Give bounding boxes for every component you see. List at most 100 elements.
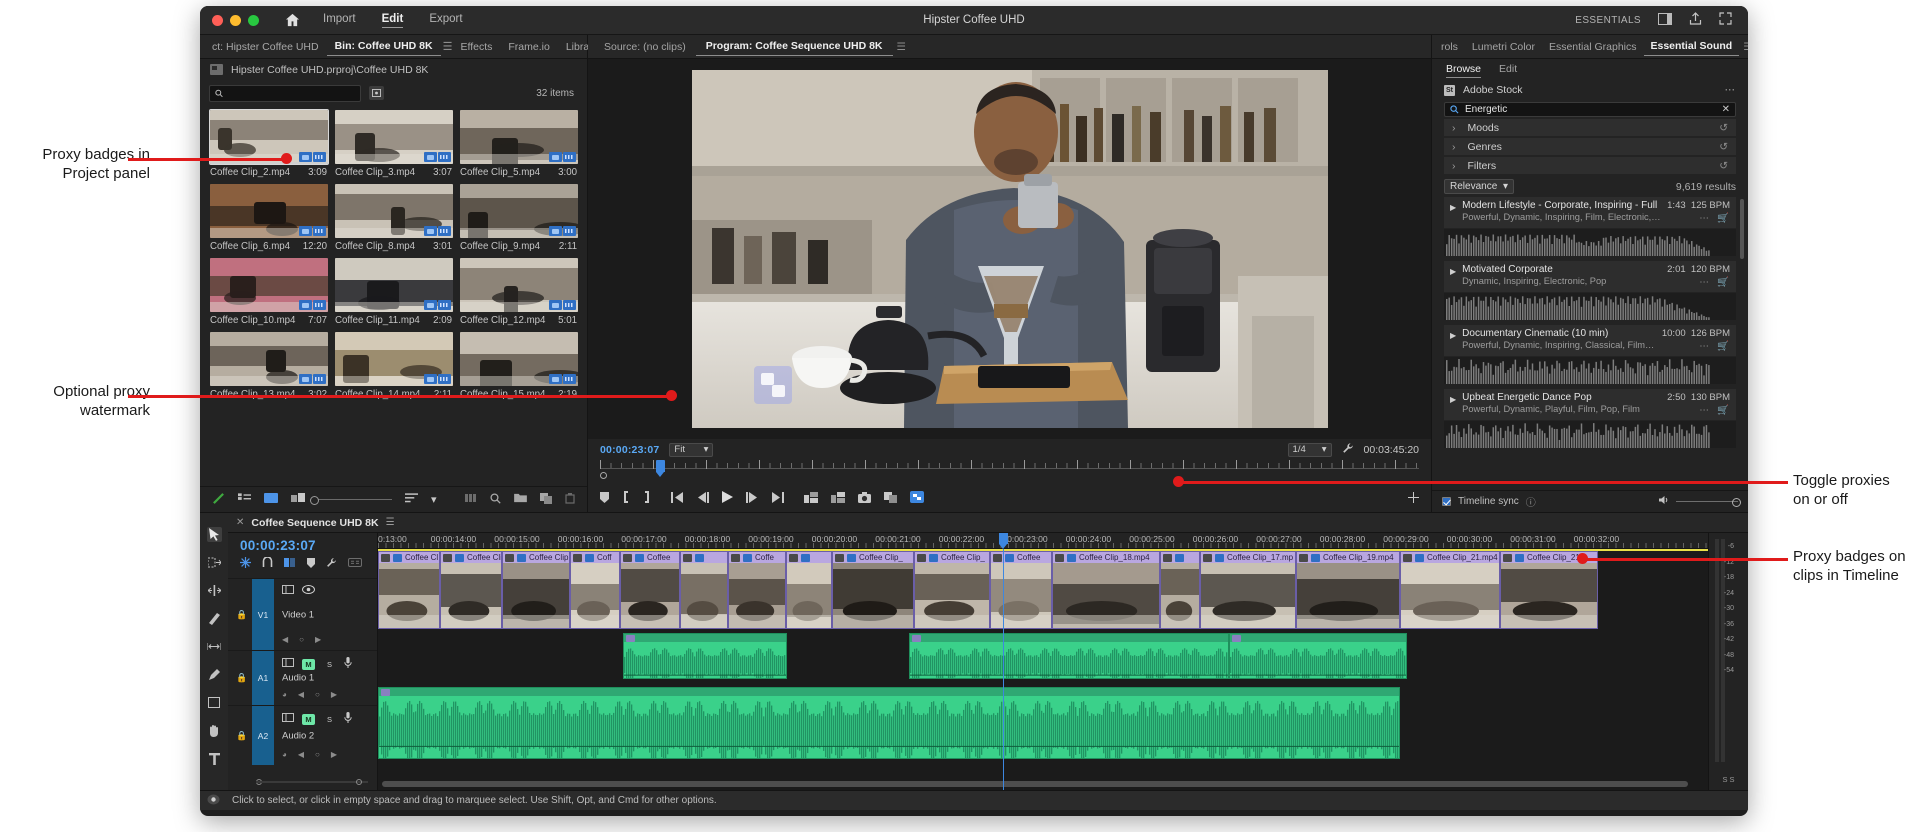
audio-meters-panel[interactable]: -6-12-18-24-30-36-42-48-54 S S: [1708, 533, 1748, 790]
project-panel-tabs[interactable]: ct: Hipster Coffee UHD Bin: Coffee UHD 8…: [200, 35, 587, 59]
new-bin-icon[interactable]: [514, 493, 527, 506]
extract-icon[interactable]: [831, 492, 845, 503]
timeline-menu-icon[interactable]: ☰: [386, 517, 395, 528]
timeline-video-clip[interactable]: Coffee Clip: [502, 551, 570, 629]
search-input-wrapper[interactable]: [209, 85, 361, 102]
music-track-more-icon[interactable]: ⋯: [1699, 341, 1710, 352]
program-playhead-timecode[interactable]: 00:00:23:07: [600, 444, 659, 456]
sort-by-select[interactable]: Relevance▾: [1444, 179, 1514, 194]
clip-header[interactable]: Coffee Cli: [441, 552, 501, 563]
comparison-view-icon[interactable]: [884, 492, 897, 503]
solo-track-button-a1[interactable]: S: [323, 659, 336, 670]
add-marker-icon[interactable]: [307, 558, 315, 571]
clip-thumbnail[interactable]: [460, 258, 578, 312]
export-frame-icon[interactable]: [858, 492, 871, 503]
provider-row[interactable]: St Adobe Stock ⋯: [1432, 81, 1748, 99]
clip-thumbnail[interactable]: [460, 332, 578, 386]
mark-out-icon[interactable]: [643, 491, 651, 503]
step-forward-icon[interactable]: [746, 492, 758, 503]
monitor-tabs[interactable]: Source: (no clips) Program: Coffee Seque…: [588, 35, 1431, 59]
clip-thumbnail[interactable]: [210, 184, 328, 238]
project-clip-item[interactable]: Coffee Clip_2.mp43:09: [210, 110, 330, 178]
timeline-audio-clip[interactable]: [909, 633, 1229, 679]
tab-edit[interactable]: Edit: [382, 13, 404, 28]
track-selector-v1[interactable]: V1: [252, 579, 274, 650]
toggle-track-output-icon-v1[interactable]: [302, 585, 315, 597]
snap-icon[interactable]: [262, 557, 273, 571]
music-track-header[interactable]: ▶Modern Lifestyle - Corporate, Inspiring…: [1444, 197, 1736, 228]
music-track-more-icon[interactable]: ⋯: [1699, 277, 1710, 288]
clip-header[interactable]: Coffee Clip_19.mp4: [1297, 552, 1399, 563]
minimize-window-button[interactable]: [230, 15, 241, 26]
track-v1-keyframe-nav[interactable]: ◀ ○ ▶: [282, 635, 321, 644]
prev-keyframe-icon-a2[interactable]: ◀: [298, 750, 304, 759]
razor-tool[interactable]: [207, 611, 222, 626]
tab-effects[interactable]: Effects: [452, 38, 500, 56]
timeline-tabbar[interactable]: ✕ Coffee Sequence UHD 8K ☰: [228, 513, 1748, 533]
tab-lumetri-color[interactable]: Lumetri Color: [1465, 38, 1542, 56]
music-track-license-cart-icon[interactable]: 🛒: [1717, 405, 1730, 416]
clip-scrub-line[interactable]: [210, 162, 328, 164]
track-header-v1[interactable]: 🔒 V1 Video 1 ◀ ○ ▶: [228, 578, 377, 650]
track-header-a1[interactable]: 🔒 A1 M S Audio 1 ◕ ◀: [228, 650, 377, 705]
track-v1-top-buttons[interactable]: [282, 585, 315, 597]
music-track-item[interactable]: ▶Documentary Cinematic (10 min)Powerful,…: [1444, 325, 1736, 384]
fullscreen-icon[interactable]: [1719, 12, 1732, 28]
timeline-video-clip[interactable]: Coffee: [620, 551, 680, 629]
zoom-level-select[interactable]: Fit▾: [669, 443, 713, 457]
essential-sound-menu-icon[interactable]: ☰: [1743, 41, 1748, 53]
list-view-icon[interactable]: [238, 493, 251, 507]
filter-genres[interactable]: › Genres ↺: [1444, 138, 1736, 155]
mute-track-button-a1[interactable]: M: [302, 659, 315, 670]
reset-filters-icon[interactable]: ↺: [1719, 160, 1728, 172]
project-clip-item[interactable]: Coffee Clip_13.mp43:02: [210, 332, 330, 400]
monitor-transport-toolbar[interactable]: [588, 482, 1431, 512]
music-track-list[interactable]: ▶Modern Lifestyle - Corporate, Inspiring…: [1432, 197, 1748, 490]
play-preview-icon[interactable]: ▶: [1450, 203, 1456, 212]
lock-track-icon-v1[interactable]: 🔒: [236, 609, 247, 620]
button-editor-icon[interactable]: [1408, 492, 1419, 503]
captions-icon[interactable]: [348, 558, 362, 570]
project-clip-item[interactable]: Coffee Clip_8.mp43:01: [335, 184, 455, 252]
clip-header[interactable]: Coffee: [991, 552, 1051, 563]
project-clip-item[interactable]: Coffee Clip_12.mp45:01: [460, 258, 580, 326]
find-icon[interactable]: [490, 493, 501, 507]
tab-program-monitor[interactable]: Program: Coffee Sequence UHD 8K: [696, 37, 893, 56]
music-track-more-icon[interactable]: ⋯: [1699, 213, 1710, 224]
find-button[interactable]: [369, 86, 384, 100]
track-a2-top-buttons[interactable]: M S: [282, 712, 352, 726]
clip-header[interactable]: [1161, 552, 1199, 563]
sort-icon[interactable]: [405, 493, 418, 506]
timeline-audio-clip[interactable]: [623, 633, 787, 679]
timeline-sync-checkbox[interactable]: [1442, 497, 1451, 506]
clip-thumbnail[interactable]: [460, 110, 578, 164]
timeline-video-clip[interactable]: Coff: [570, 551, 620, 629]
music-list-scrollbar[interactable]: [1740, 199, 1744, 259]
clip-thumbnail[interactable]: [335, 258, 453, 312]
monitor-playhead[interactable]: [656, 460, 665, 472]
tab-essential-sound[interactable]: Essential Sound: [1644, 37, 1740, 56]
timeline-video-clip[interactable]: [1160, 551, 1200, 629]
timeline-horizontal-scrollbar[interactable]: [378, 781, 1708, 789]
go-to-out-icon[interactable]: [771, 492, 784, 503]
timeline-header-icons[interactable]: [228, 557, 377, 571]
playback-resolution-select[interactable]: 1/4▾: [1288, 443, 1332, 457]
automate-to-sequence-icon[interactable]: [465, 493, 477, 506]
timeline-video-clip[interactable]: [680, 551, 728, 629]
search-input[interactable]: [227, 88, 360, 99]
music-track-waveform[interactable]: [1444, 357, 1736, 384]
clip-header[interactable]: Coffee Clip_: [833, 552, 913, 563]
subtab-browse[interactable]: Browse: [1446, 63, 1481, 78]
music-track-waveform[interactable]: [1444, 293, 1736, 320]
clip-thumbnail[interactable]: [335, 332, 453, 386]
icon-view-icon[interactable]: [264, 493, 278, 507]
clear-search-icon[interactable]: ✕: [1722, 104, 1730, 115]
lift-icon[interactable]: [804, 492, 818, 503]
add-keyframe-icon-v1[interactable]: ○: [299, 635, 304, 644]
sequence-tab-label[interactable]: Coffee Sequence UHD 8K: [251, 517, 378, 529]
lock-track-icon-a1[interactable]: 🔒: [236, 673, 247, 684]
audio-meter-solo-row[interactable]: S S: [1709, 775, 1748, 784]
voice-record-icon-a2[interactable]: [344, 712, 352, 726]
tab-source-monitor[interactable]: Source: (no clips): [594, 38, 696, 56]
clip-header[interactable]: [681, 552, 727, 563]
